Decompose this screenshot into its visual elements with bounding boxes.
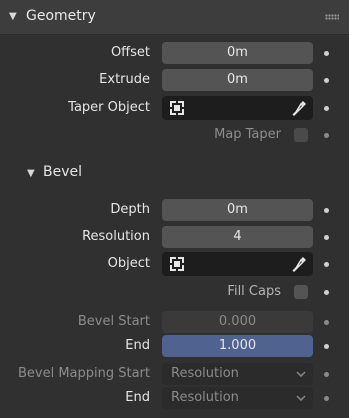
offset-field[interactable]: 0m: [162, 42, 313, 64]
animate-property-dot-icon[interactable]: [324, 235, 329, 240]
mapping-start-dropdown[interactable]: Resolution: [162, 363, 313, 385]
bevel-end-field[interactable]: 1.000: [162, 335, 313, 357]
offset-row: Offset 0m: [0, 42, 349, 64]
extrude-field[interactable]: 0m: [162, 69, 313, 91]
map-taper-row: Map Taper: [0, 124, 349, 146]
resolution-row: Resolution 4: [0, 226, 349, 248]
mapping-start-row: Bevel Mapping Start Resolution: [0, 363, 349, 385]
dropdown-chevron-icon: [296, 395, 306, 402]
mapping-end-row: End Resolution: [0, 387, 349, 409]
bevel-object-row: Object: [0, 252, 349, 276]
fill-caps-checkbox[interactable]: [294, 285, 308, 299]
extrude-label: Extrude: [99, 72, 150, 87]
panel-title: Geometry: [26, 8, 96, 24]
object-icon: [170, 257, 184, 271]
disclosure-triangle-icon: ▼: [9, 11, 17, 22]
eyedropper-icon[interactable]: [292, 255, 308, 273]
mapping-end-dropdown[interactable]: Resolution: [162, 387, 313, 409]
dropdown-chevron-icon: [296, 371, 306, 378]
taper-object-field[interactable]: [162, 96, 313, 120]
depth-field[interactable]: 0m: [162, 199, 313, 221]
map-taper-label: Map Taper: [214, 127, 281, 142]
resolution-field[interactable]: 4: [162, 226, 313, 248]
map-taper-checkbox[interactable]: [294, 128, 308, 142]
extrude-row: Extrude 0m: [0, 69, 349, 91]
animate-property-dot-icon[interactable]: [324, 320, 329, 325]
mapping-end-label: End: [125, 390, 150, 405]
subpanel-title: Bevel: [43, 164, 83, 180]
mapping-start-label: Bevel Mapping Start: [17, 366, 150, 381]
taper-object-row: Taper Object: [0, 96, 349, 120]
animate-property-dot-icon[interactable]: [324, 208, 329, 213]
resolution-label: Resolution: [82, 229, 150, 244]
fill-caps-row: Fill Caps: [0, 281, 349, 303]
animate-property-dot-icon[interactable]: [324, 51, 329, 56]
animate-property-dot-icon[interactable]: [324, 106, 329, 111]
offset-label: Offset: [110, 45, 150, 60]
bevel-subpanel-header[interactable]: ▼ Bevel: [0, 158, 349, 190]
object-icon: [170, 101, 184, 115]
animate-property-dot-icon[interactable]: [324, 290, 329, 295]
animate-property-dot-icon[interactable]: [324, 396, 329, 401]
disclosure-triangle-icon: ▼: [27, 168, 35, 179]
mapping-end-value: Resolution: [171, 390, 239, 405]
eyedropper-icon[interactable]: [292, 99, 308, 117]
bevel-object-field[interactable]: [162, 252, 313, 276]
bevel-start-row: Bevel Start 0.000: [0, 311, 349, 333]
animate-property-dot-icon[interactable]: [324, 344, 329, 349]
fill-caps-label: Fill Caps: [227, 284, 281, 299]
geometry-panel-header[interactable]: ▼ Geometry: [0, 0, 349, 35]
animate-property-dot-icon[interactable]: [324, 372, 329, 377]
depth-label: Depth: [110, 202, 150, 217]
animate-property-dot-icon[interactable]: [324, 133, 329, 138]
bevel-object-label: Object: [107, 256, 150, 271]
bevel-end-row: End 1.000: [0, 335, 349, 357]
drag-grip-icon[interactable]: [325, 14, 339, 20]
mapping-start-value: Resolution: [171, 366, 239, 381]
depth-row: Depth 0m: [0, 199, 349, 221]
animate-property-dot-icon[interactable]: [324, 78, 329, 83]
bevel-start-label: Bevel Start: [77, 314, 150, 329]
taper-object-label: Taper Object: [68, 100, 150, 115]
bevel-end-label: End: [125, 338, 150, 353]
animate-property-dot-icon[interactable]: [324, 262, 329, 267]
bevel-start-field[interactable]: 0.000: [162, 311, 313, 333]
